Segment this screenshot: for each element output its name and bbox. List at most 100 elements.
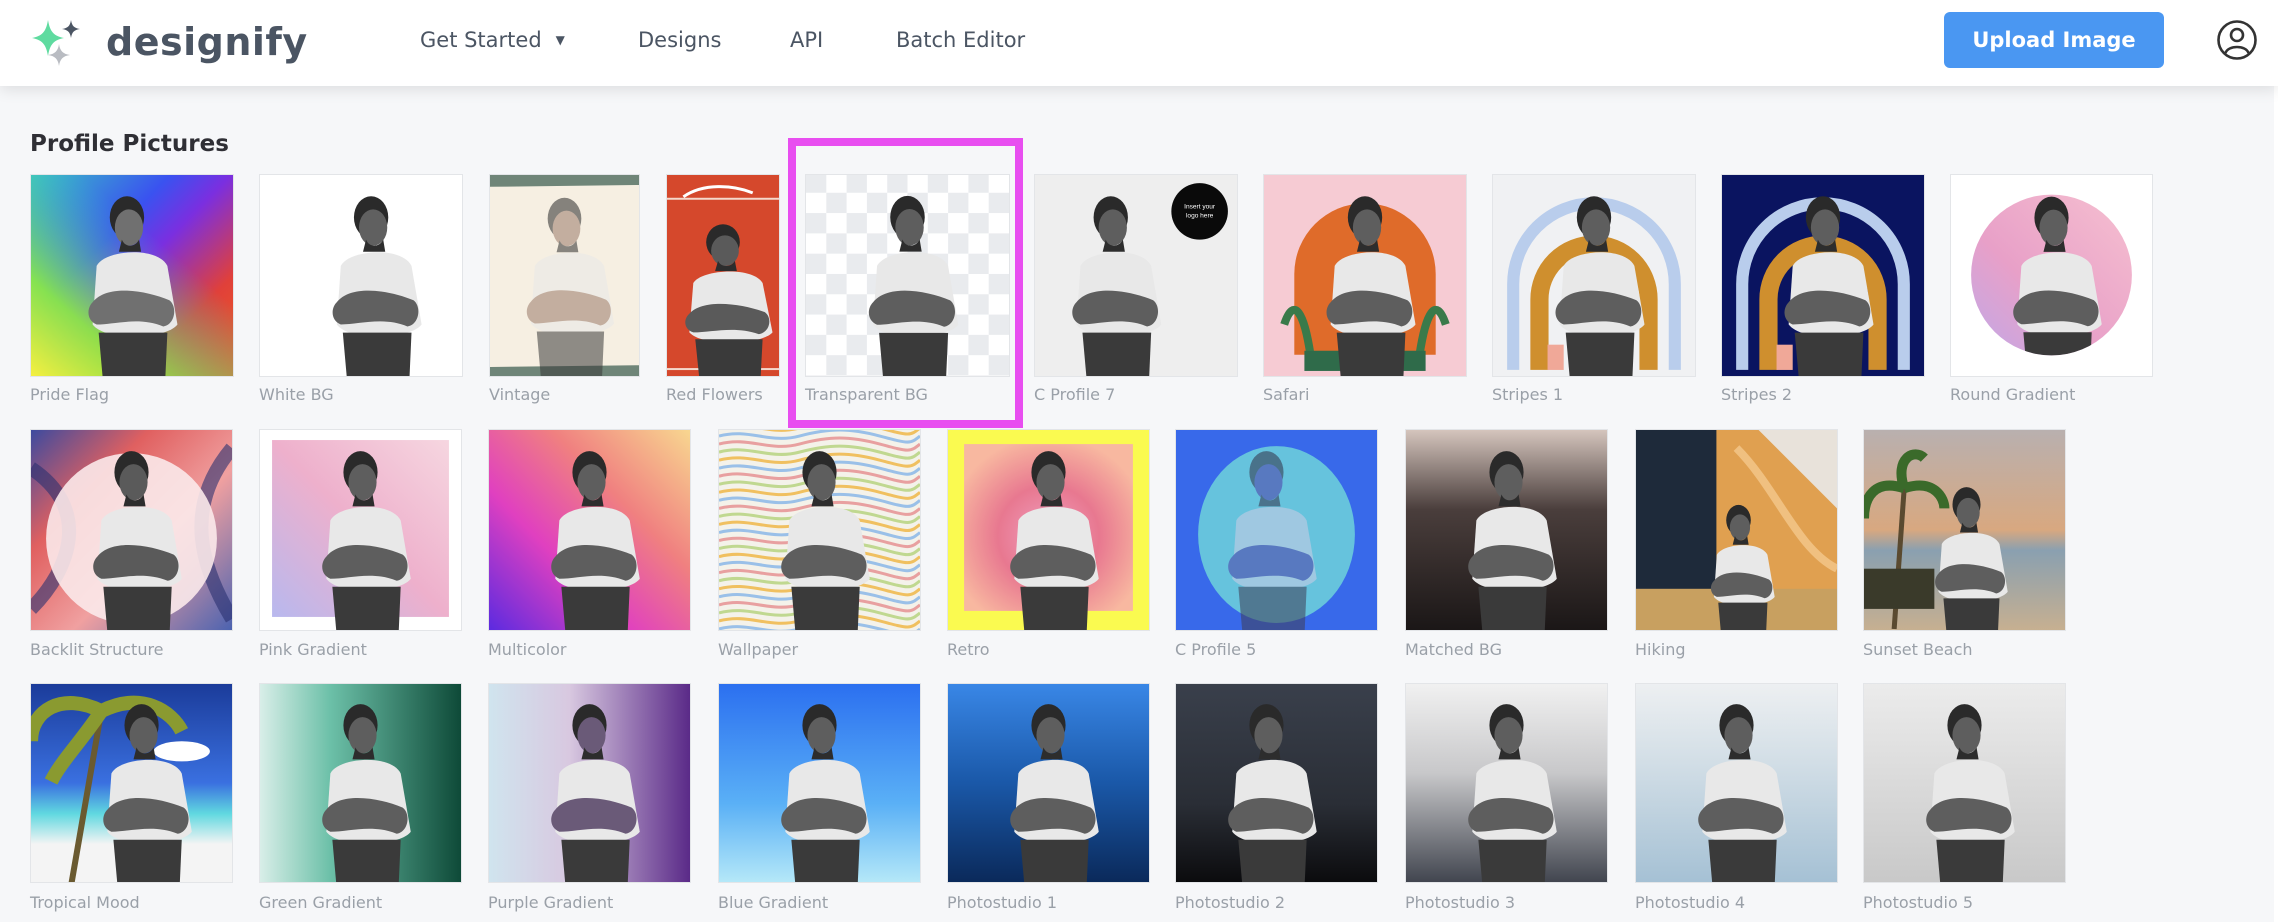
thumbnail-preview [1636,430,1837,630]
design-thumbnail [718,429,921,631]
design-thumbnail [1405,683,1608,883]
design-tile-c-profile-5[interactable]: C Profile 5 [1175,429,1378,662]
thumbnail-preview [490,175,639,376]
design-thumbnail [1863,683,2066,883]
design-tile-photostudio-4[interactable]: Photostudio 4 [1635,683,1838,915]
design-tile-c-profile-7[interactable]: Insert your logo here C Profile 7 [1034,174,1238,407]
design-tile-wallpaper[interactable]: Wallpaper [718,429,921,662]
page-edge [2274,86,2278,922]
thumbnail-preview [31,684,232,882]
section-title: Profile Pictures [30,131,229,157]
brand-name: designify [106,20,308,64]
design-tile-multicolor[interactable]: Multicolor [488,429,691,662]
design-tile-green-gradient[interactable]: Green Gradient [259,683,462,915]
design-thumbnail [947,429,1150,631]
design-tile-label: Purple Gradient [488,893,614,912]
nav-api[interactable]: API [790,0,823,80]
design-tile-label: Hiking [1635,640,1686,659]
thumbnail-preview: Insert your logo here [1035,175,1237,376]
design-tile-label: Backlit Structure [30,640,164,659]
thumbnail-preview [489,684,690,882]
design-tile-retro[interactable]: Retro [947,429,1150,662]
design-tile-label: Transparent BG [805,385,928,404]
design-tile-red-flowers[interactable]: Red Flowers [666,174,780,407]
design-thumbnail [488,429,691,631]
design-tile-label: Tropical Mood [30,893,140,912]
design-thumbnail [666,174,780,377]
design-tile-blue-gradient[interactable]: Blue Gradient [718,683,921,915]
design-thumbnail [1635,683,1838,883]
design-thumbnail: Insert your logo here [1034,174,1238,377]
thumbnail-preview [1722,175,1924,376]
upload-image-button[interactable]: Upload Image [1944,12,2164,68]
design-tile-tropical-mood[interactable]: Tropical Mood [30,683,233,915]
design-tile-stripes-2[interactable]: Stripes 2 [1721,174,1925,407]
design-thumbnail [718,683,921,883]
design-tile-photostudio-2[interactable]: Photostudio 2 [1175,683,1378,915]
nav-get-started[interactable]: Get Started ▼ [420,0,565,80]
design-thumbnail [1492,174,1696,377]
design-tile-hiking[interactable]: Hiking [1635,429,1838,662]
design-thumbnail [30,174,234,377]
design-tile-round-gradient[interactable]: Round Gradient [1950,174,2153,407]
design-tile-label: Multicolor [488,640,567,659]
thumbnail-preview [667,175,779,376]
design-tile-safari[interactable]: Safari [1263,174,1467,407]
design-thumbnail [1405,429,1608,631]
design-tile-label: White BG [259,385,334,404]
design-tile-photostudio-5[interactable]: Photostudio 5 [1863,683,2066,915]
nav-designs[interactable]: Designs [638,0,721,80]
design-tile-label: Wallpaper [718,640,799,659]
svg-text:Insert your: Insert your [1184,203,1216,210]
design-tile-label: Blue Gradient [718,893,829,912]
user-circle-icon [2217,20,2257,60]
design-tile-purple-gradient[interactable]: Purple Gradient [488,683,691,915]
design-tile-label: Stripes 2 [1721,385,1793,404]
account-button[interactable] [2216,19,2258,61]
caret-down-icon: ▼ [555,33,565,47]
design-thumbnail [1950,174,2153,377]
design-tile-label: Green Gradient [259,893,383,912]
thumbnail-preview [1636,684,1837,882]
nav-get-started-label: Get Started [420,28,542,52]
thumbnail-preview [260,175,462,376]
design-thumbnail [1863,429,2066,631]
thumbnail-preview [719,430,920,630]
thumbnail-preview [719,684,920,882]
design-thumbnail [259,174,463,377]
design-tile-white-bg[interactable]: White BG [259,174,463,407]
design-thumbnail [1175,429,1378,631]
design-thumbnail [947,683,1150,883]
thumbnail-preview [1176,430,1377,630]
design-thumbnail [1721,174,1925,377]
design-thumbnail [488,683,691,883]
thumbnail-preview [948,684,1149,882]
design-tile-pink-gradient[interactable]: Pink Gradient [259,429,462,662]
design-tile-photostudio-3[interactable]: Photostudio 3 [1405,683,1608,915]
design-tile-backlit-structure[interactable]: Backlit Structure [30,429,233,662]
design-tile-vintage[interactable]: Vintage [489,174,640,407]
design-tile-label: Pride Flag [30,385,110,404]
design-tile-label: Round Gradient [1950,385,2076,404]
design-tile-photostudio-1[interactable]: Photostudio 1 [947,683,1150,915]
design-tile-matched-bg[interactable]: Matched BG [1405,429,1608,662]
design-tile-transparent-bg[interactable]: Transparent BG [805,174,1010,407]
design-tile-label: Safari [1263,385,1310,404]
design-thumbnail [805,174,1010,377]
design-tile-label: Photostudio 1 [947,893,1058,912]
design-tile-label: C Profile 5 [1175,640,1257,659]
design-tile-sunset-beach[interactable]: Sunset Beach [1863,429,2066,662]
design-thumbnail [30,429,233,631]
design-thumbnail [489,174,640,377]
design-tile-stripes-1[interactable]: Stripes 1 [1492,174,1696,407]
thumbnail-preview [489,430,690,630]
thumbnail-preview [1864,684,2065,882]
design-tile-label: Red Flowers [666,385,763,404]
thumbnail-preview [1406,430,1607,630]
designify-logo[interactable]: designify [28,14,308,70]
design-tile-label: Matched BG [1405,640,1502,659]
nav-batch-editor[interactable]: Batch Editor [896,0,1025,80]
design-tile-pride-flag[interactable]: Pride Flag [30,174,234,407]
sparkle-logo-icon [32,20,80,66]
thumbnail-preview [1493,175,1695,376]
